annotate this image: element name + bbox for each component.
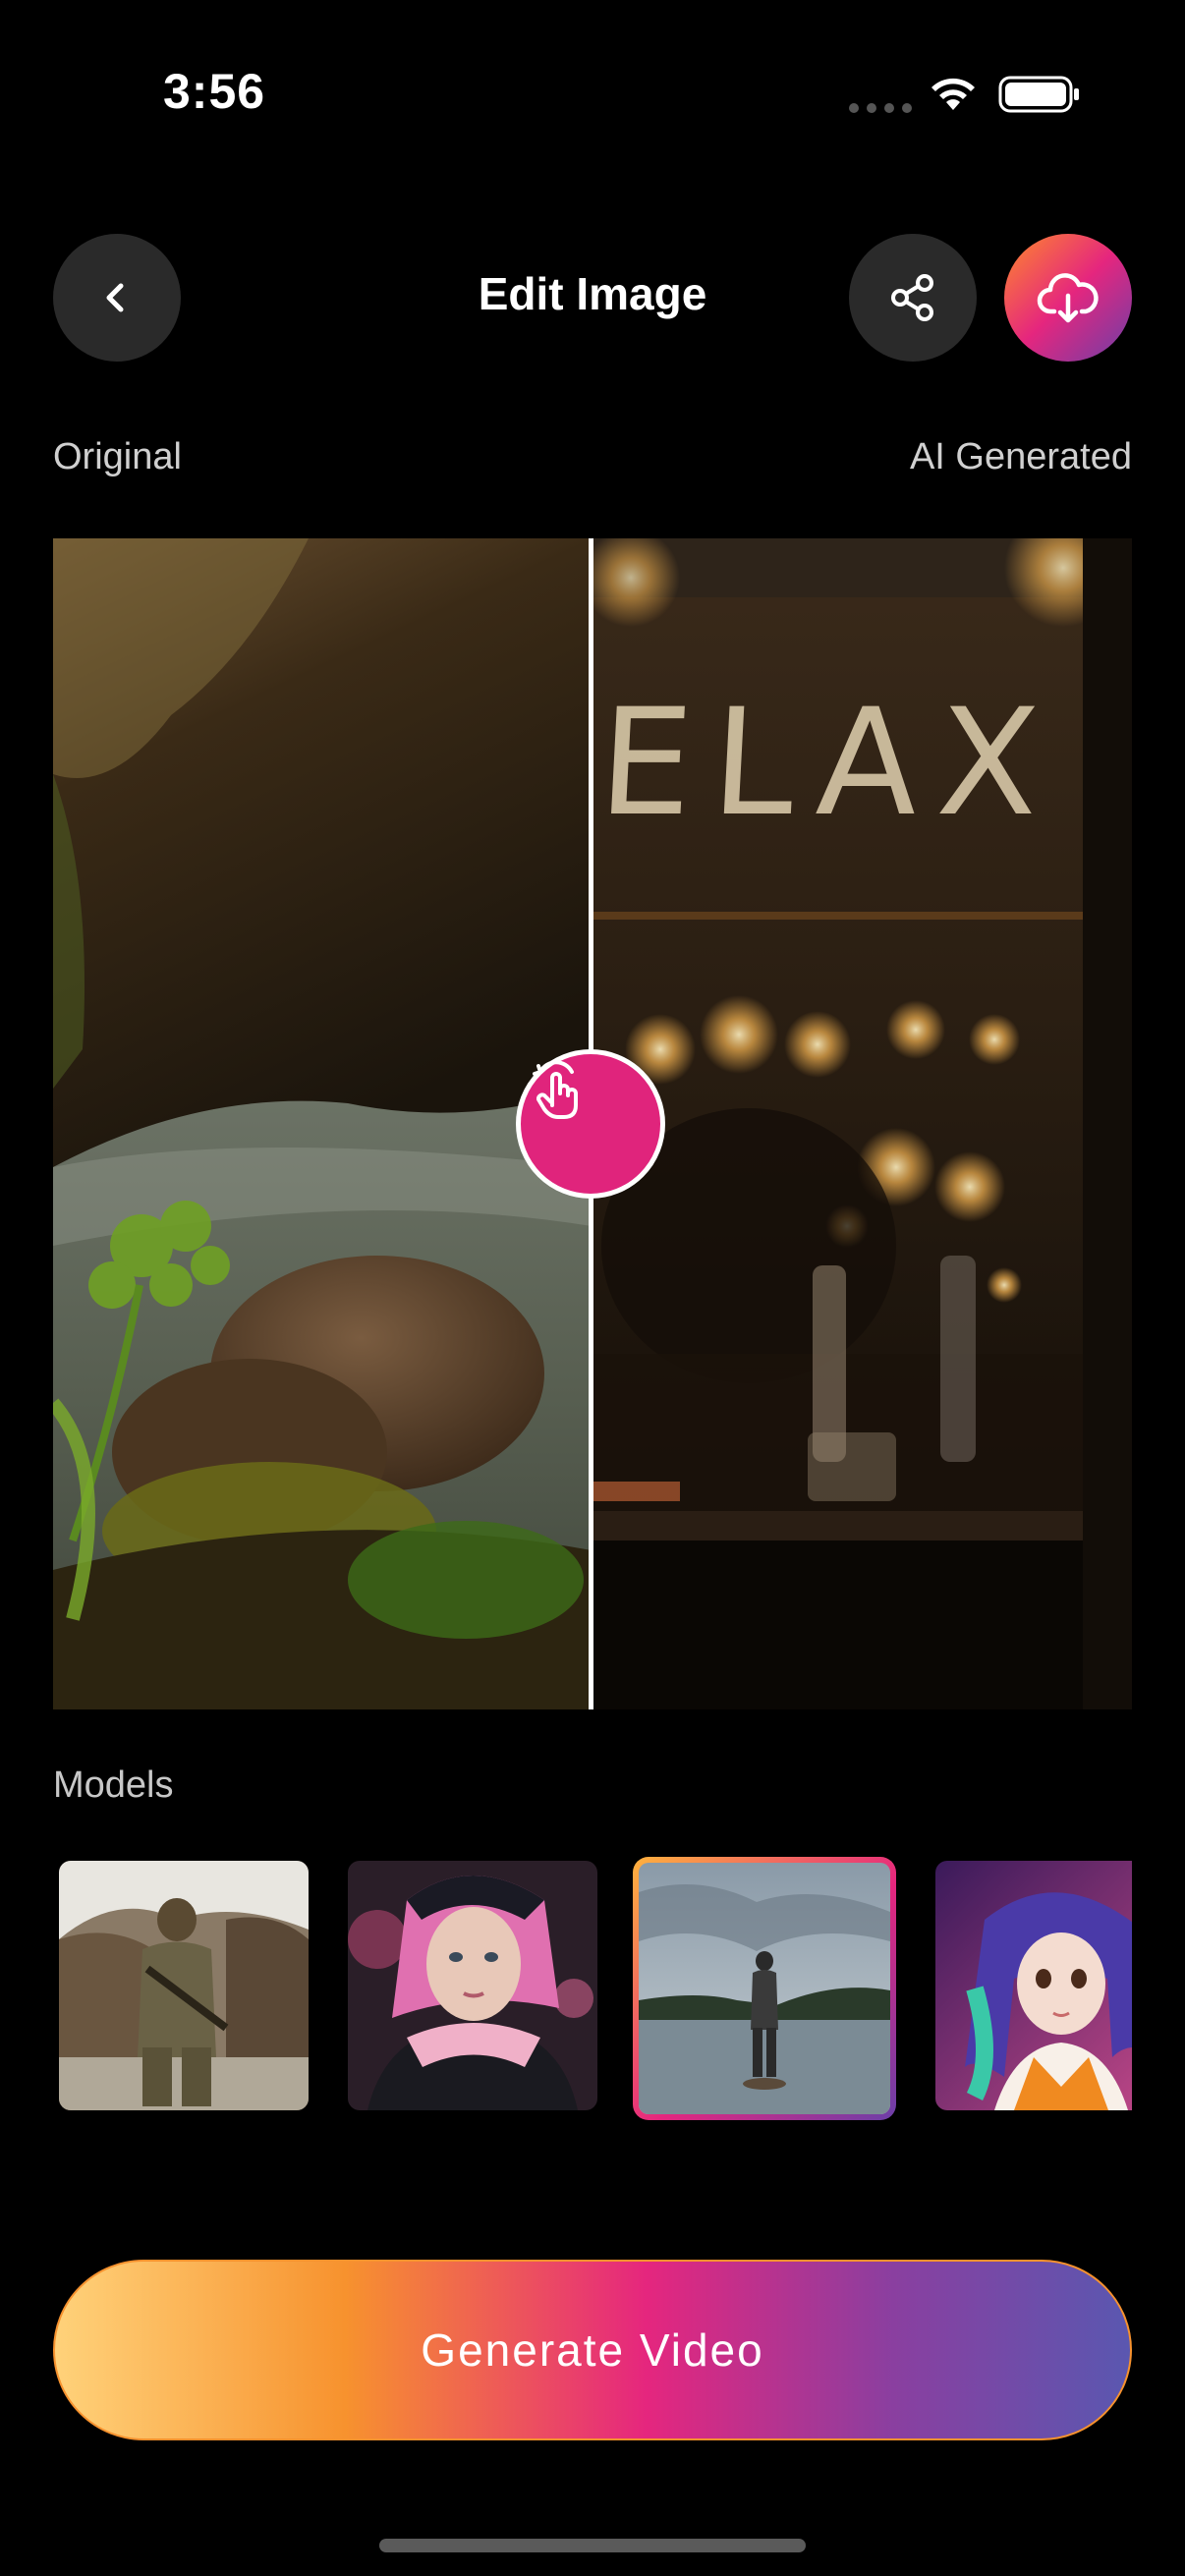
cloud-download-icon	[1037, 273, 1099, 323]
svg-text:ELAX: ELAX	[594, 678, 1062, 849]
original-label: Original	[53, 436, 182, 477]
comparison-handle[interactable]	[516, 1049, 665, 1199]
original-image	[53, 538, 592, 1709]
status-bar: 3:56	[0, 0, 1185, 193]
ai-generated-image: ELAX	[592, 538, 1132, 1709]
share-icon	[891, 274, 933, 321]
share-button[interactable]	[849, 234, 977, 362]
home-indicator[interactable]	[379, 2539, 806, 2552]
chevron-left-icon	[106, 283, 124, 312]
download-button[interactable]	[1004, 234, 1132, 362]
models-carousel[interactable]	[53, 1857, 1132, 2122]
ai-image-sign-text: ELAX	[594, 678, 1062, 849]
generate-video-button[interactable]: Generate Video	[53, 2260, 1132, 2440]
wifi-icon	[931, 78, 975, 110]
battery-icon	[998, 76, 1079, 113]
before-after-comparison[interactable]: ELAX	[53, 538, 1132, 1709]
signal-icon	[849, 103, 912, 113]
model-thumb-soldier[interactable]	[59, 1861, 309, 2110]
models-label: Models	[53, 1764, 174, 1806]
ai-generated-label: AI Generated	[909, 436, 1132, 477]
back-button[interactable]	[53, 234, 181, 362]
page-title: Edit Image	[478, 268, 707, 319]
status-time: 3:56	[163, 64, 266, 119]
model-thumb-anime-girl[interactable]	[935, 1861, 1132, 2110]
model-thumb-lake-figure[interactable]	[633, 1857, 896, 2120]
generate-video-label: Generate Video	[421, 2324, 764, 2376]
swipe-hand-icon	[533, 1060, 578, 1119]
model-thumb-pink-hair-girl[interactable]	[348, 1861, 597, 2110]
